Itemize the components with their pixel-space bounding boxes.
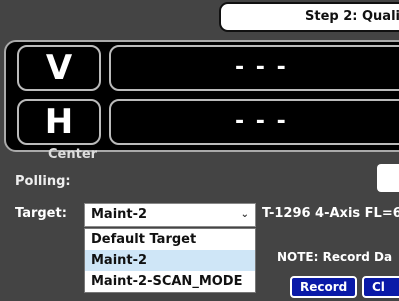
clear-button[interactable]: Cl	[362, 276, 399, 298]
dropdown-option-maint-2-scan-mode[interactable]: Maint-2-SCAN_MODE	[85, 271, 255, 292]
v-axis-value: - - -	[109, 45, 399, 91]
dropdown-option-default-target[interactable]: Default Target	[85, 229, 255, 250]
target-label: Target:	[15, 206, 67, 221]
dropdown-option-maint-2[interactable]: Maint-2	[85, 250, 255, 271]
polling-field[interactable]	[377, 164, 399, 192]
target-dropdown-list: Default Target Maint-2 Maint-2-SCAN_MODE	[84, 228, 256, 293]
center-label: Center	[48, 147, 98, 162]
h-axis-label: H	[17, 99, 101, 145]
h-axis-value: - - -	[109, 99, 399, 145]
screen: Step 2: Quali V - - - H - - - Center Pol…	[0, 0, 399, 301]
target-selected-value: Maint-2	[91, 207, 148, 222]
note-text: NOTE: Record Da	[277, 250, 393, 264]
step-title: Step 2: Quali	[219, 2, 399, 32]
v-axis-label: V	[17, 45, 101, 91]
record-button[interactable]: Record	[290, 276, 357, 298]
target-info: T-1296 4-Axis FL=6	[262, 206, 399, 221]
polling-label: Polling:	[15, 174, 71, 189]
chevron-down-icon[interactable]: ⌄	[241, 204, 249, 226]
target-select[interactable]: Maint-2 ⌄	[84, 203, 256, 227]
